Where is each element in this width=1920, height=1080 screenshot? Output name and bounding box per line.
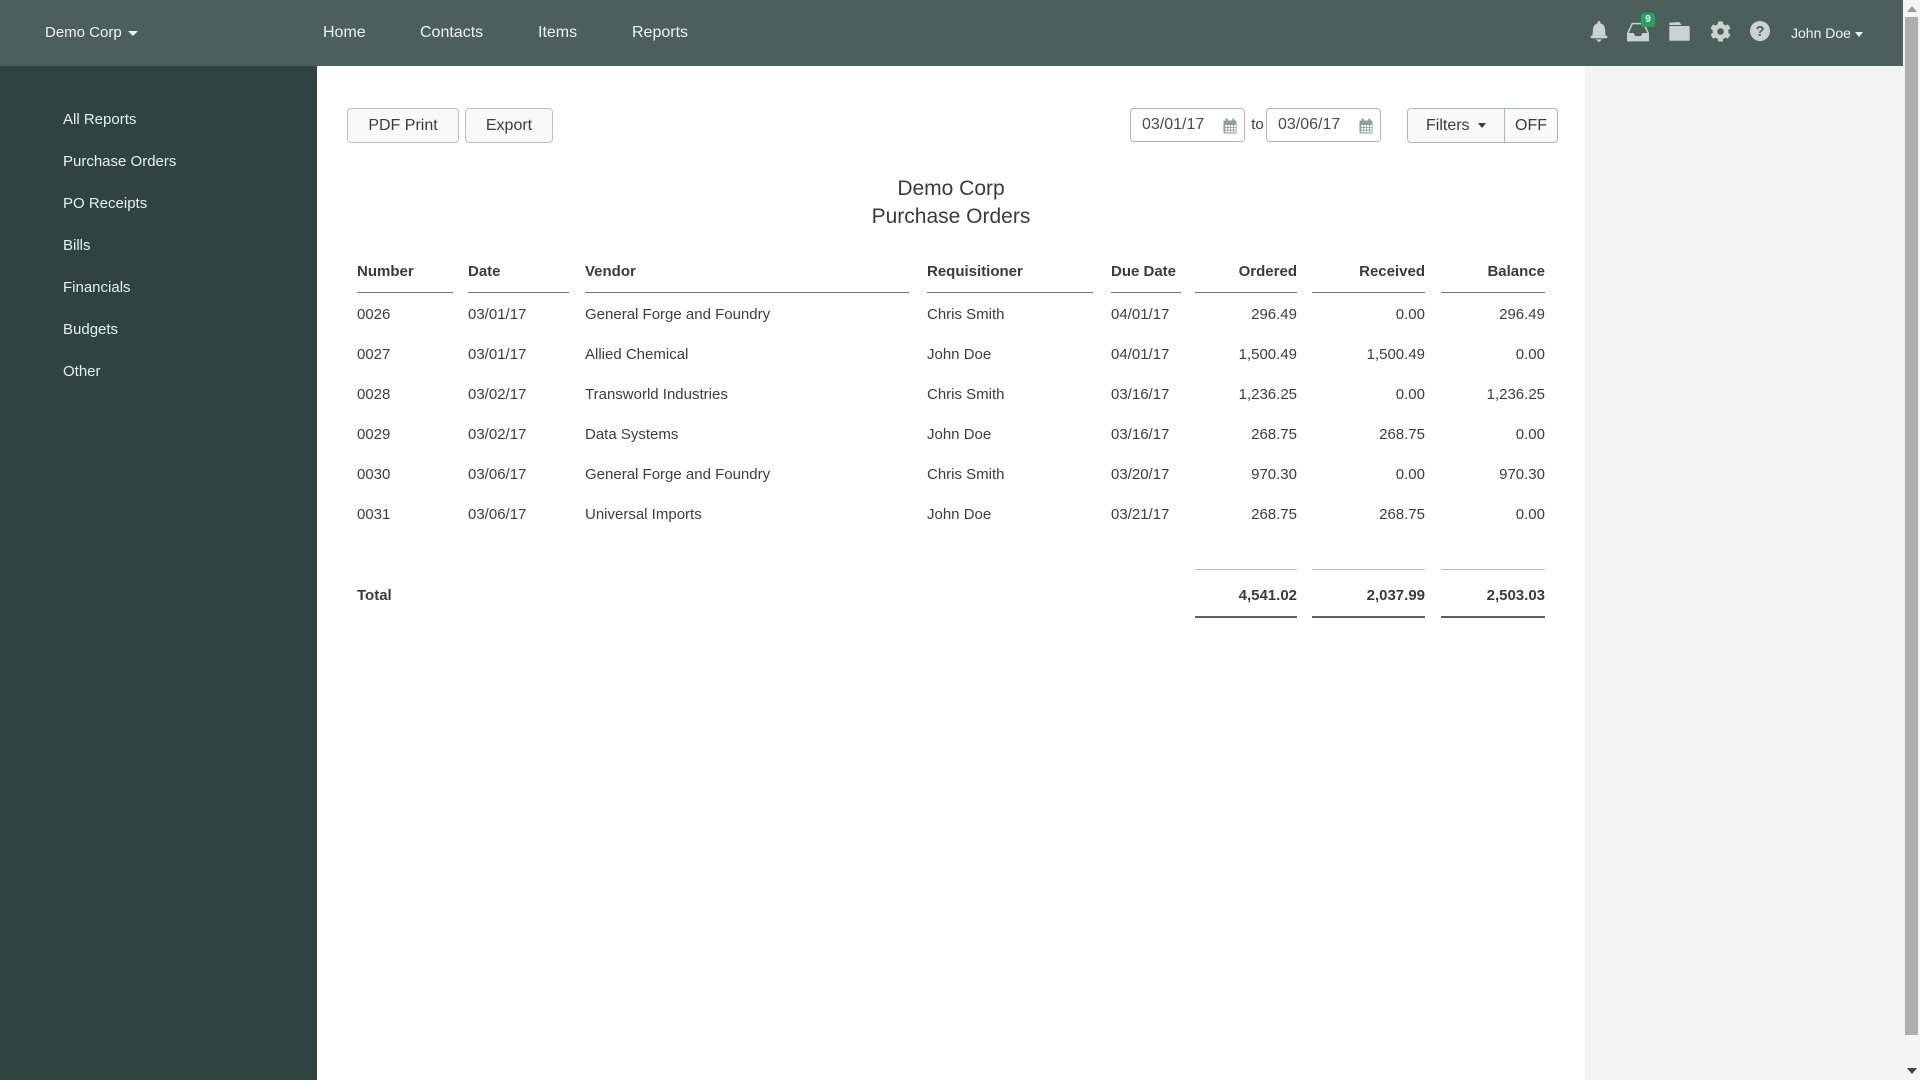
svg-text:?: ? <box>1756 24 1765 40</box>
